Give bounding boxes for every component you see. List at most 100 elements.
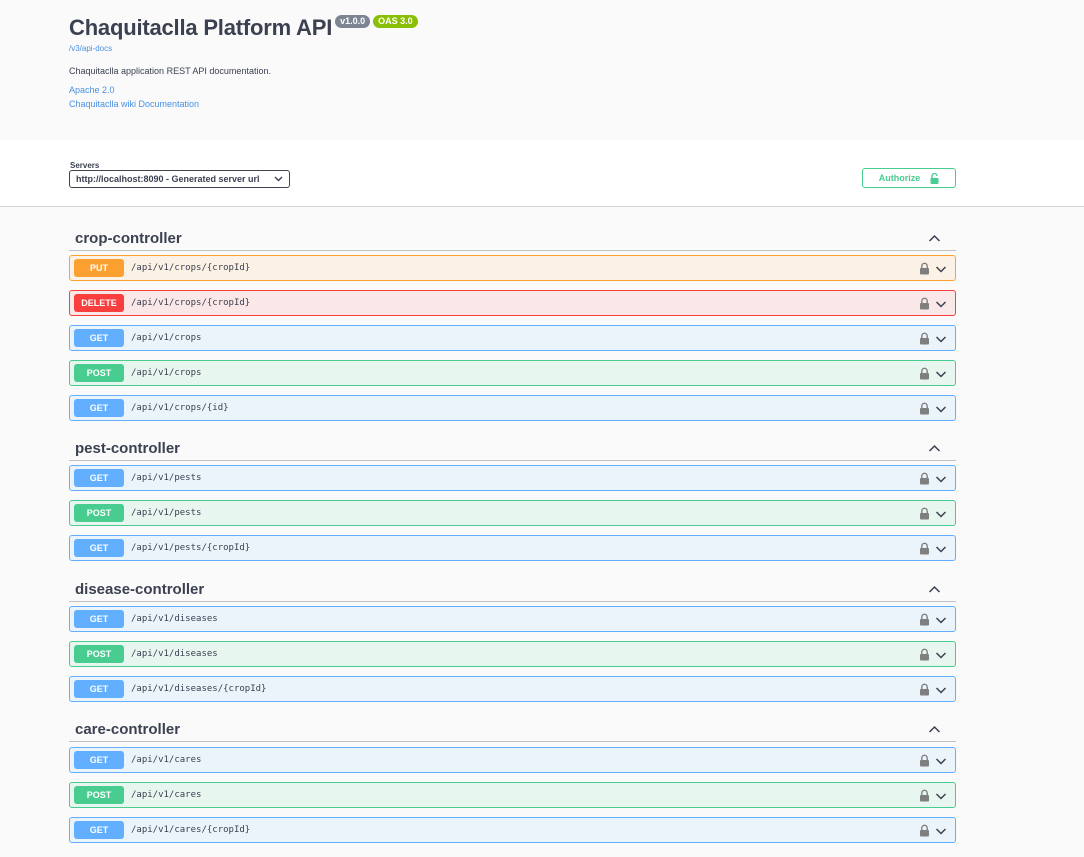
lock-icon[interactable] — [919, 683, 930, 696]
tag-name: crop-controller — [75, 230, 182, 247]
lock-icon[interactable] — [919, 472, 930, 485]
chevron-down-icon[interactable] — [935, 543, 947, 555]
operation-path: /api/v1/diseases/{cropId} — [131, 684, 267, 694]
operation-put[interactable]: PUT/api/v1/crops/{cropId} — [69, 255, 956, 281]
operation-get[interactable]: GET/api/v1/diseases — [69, 606, 956, 632]
operation-path: /api/v1/pests — [131, 508, 202, 518]
api-description: Chaquitaclla application REST API docume… — [69, 66, 271, 76]
operation-get[interactable]: GET/api/v1/pests — [69, 465, 956, 491]
lock-icon[interactable] — [919, 262, 930, 275]
operation-post[interactable]: POST/api/v1/crops — [69, 360, 956, 386]
lock-icon[interactable] — [919, 507, 930, 520]
chevron-down-icon[interactable] — [935, 368, 947, 380]
chevron-down-icon[interactable] — [935, 614, 947, 626]
operation-path: /api/v1/cares/{cropId} — [131, 825, 251, 835]
chevron-down-icon[interactable] — [935, 473, 947, 485]
server-select-value: http://localhost:8090 - Generated server… — [76, 174, 260, 184]
api-info-header: Chaquitaclla Platform API v1.0.0 OAS 3.0… — [0, 0, 1084, 140]
method-badge: GET — [74, 329, 124, 347]
operation-path: /api/v1/crops — [131, 333, 202, 343]
operation-path: /api/v1/cares — [131, 790, 202, 800]
operation-get[interactable]: GET/api/v1/pests/{cropId} — [69, 535, 956, 561]
method-badge: GET — [74, 680, 124, 698]
operation-post[interactable]: POST/api/v1/diseases — [69, 641, 956, 667]
oas-badge: OAS 3.0 — [373, 15, 418, 28]
operation-get[interactable]: GET/api/v1/cares/{cropId} — [69, 817, 956, 843]
operation-delete[interactable]: DELETE/api/v1/crops/{cropId} — [69, 290, 956, 316]
lock-icon[interactable] — [919, 367, 930, 380]
chevron-down-icon[interactable] — [935, 649, 947, 661]
title-row: Chaquitaclla Platform API v1.0.0 OAS 3.0 — [69, 14, 418, 42]
tag-name: disease-controller — [75, 581, 205, 598]
operation-path: /api/v1/crops/{cropId} — [131, 263, 251, 273]
method-badge: GET — [74, 539, 124, 557]
unlock-icon — [930, 172, 939, 184]
method-badge: PUT — [74, 259, 124, 277]
lock-icon[interactable] — [919, 297, 930, 310]
lock-icon[interactable] — [919, 542, 930, 555]
method-badge: POST — [74, 364, 124, 382]
operation-get[interactable]: GET/api/v1/diseases/{cropId} — [69, 676, 956, 702]
chevron-down-icon[interactable] — [935, 508, 947, 520]
chevron-up-icon[interactable] — [928, 723, 941, 736]
lock-icon[interactable] — [919, 789, 930, 802]
lock-icon[interactable] — [919, 613, 930, 626]
license-link[interactable]: Apache 2.0 — [69, 85, 115, 95]
method-badge: POST — [74, 786, 124, 804]
lock-icon[interactable] — [919, 332, 930, 345]
tag-header[interactable]: care-controller — [69, 715, 956, 742]
operation-path: /api/v1/crops/{id} — [131, 403, 229, 413]
operation-path: /api/v1/pests/{cropId} — [131, 543, 251, 553]
operation-post[interactable]: POST/api/v1/cares — [69, 782, 956, 808]
lock-icon[interactable] — [919, 824, 930, 837]
operation-path: /api/v1/diseases — [131, 614, 218, 624]
servers-label: Servers — [70, 161, 100, 170]
chevron-down-icon — [274, 176, 283, 182]
authorize-button[interactable]: Authorize — [862, 168, 956, 188]
lock-icon[interactable] — [919, 402, 930, 415]
lock-icon[interactable] — [919, 648, 930, 661]
operation-get[interactable]: GET/api/v1/crops/{id} — [69, 395, 956, 421]
method-badge: DELETE — [74, 294, 124, 312]
tag-header[interactable]: pest-controller — [69, 434, 956, 461]
method-badge: POST — [74, 504, 124, 522]
chevron-down-icon[interactable] — [935, 403, 947, 415]
page-title: Chaquitaclla Platform API — [69, 15, 333, 40]
operation-get[interactable]: GET/api/v1/cares — [69, 747, 956, 773]
tag-section-disease-controller: disease-controller GET/api/v1/diseases POS… — [69, 575, 956, 704]
chevron-down-icon[interactable] — [935, 298, 947, 310]
method-badge: GET — [74, 399, 124, 417]
tag-name: pest-controller — [75, 440, 181, 457]
tag-header[interactable]: disease-controller — [69, 575, 956, 602]
operation-path: /api/v1/crops — [131, 368, 202, 378]
server-select[interactable]: http://localhost:8090 - Generated server… — [69, 170, 290, 188]
tag-section-pest-controller: pest-controller GET/api/v1/pests POST/api/… — [69, 434, 956, 563]
operation-path: /api/v1/diseases — [131, 649, 218, 659]
method-badge: POST — [74, 645, 124, 663]
chevron-up-icon[interactable] — [928, 232, 941, 245]
chevron-up-icon[interactable] — [928, 583, 941, 596]
method-badge: GET — [74, 610, 124, 628]
authorize-label: Authorize — [878, 173, 921, 183]
version-badge: v1.0.0 — [335, 15, 371, 28]
chevron-down-icon[interactable] — [935, 333, 947, 345]
chevron-down-icon[interactable] — [935, 825, 947, 837]
chevron-up-icon[interactable] — [928, 442, 941, 455]
tag-header[interactable]: crop-controller — [69, 224, 956, 251]
method-badge: GET — [74, 751, 124, 769]
method-badge: GET — [74, 821, 124, 839]
scheme-container: Servers http://localhost:8090 - Generate… — [0, 140, 1084, 207]
operation-path: /api/v1/cares — [131, 755, 202, 765]
api-docs-link[interactable]: /v3/api-docs — [69, 44, 112, 53]
chevron-down-icon[interactable] — [935, 755, 947, 767]
lock-icon[interactable] — [919, 754, 930, 767]
wiki-link[interactable]: Chaquitaclla wiki Documentation — [69, 99, 199, 109]
operation-get[interactable]: GET/api/v1/crops — [69, 325, 956, 351]
tag-section-crop-controller: crop-controller PUT/api/v1/crops/{cropId}… — [69, 224, 956, 423]
operation-path: /api/v1/crops/{cropId} — [131, 298, 251, 308]
chevron-down-icon[interactable] — [935, 684, 947, 696]
operation-post[interactable]: POST/api/v1/pests — [69, 500, 956, 526]
method-badge: GET — [74, 469, 124, 487]
chevron-down-icon[interactable] — [935, 263, 947, 275]
chevron-down-icon[interactable] — [935, 790, 947, 802]
